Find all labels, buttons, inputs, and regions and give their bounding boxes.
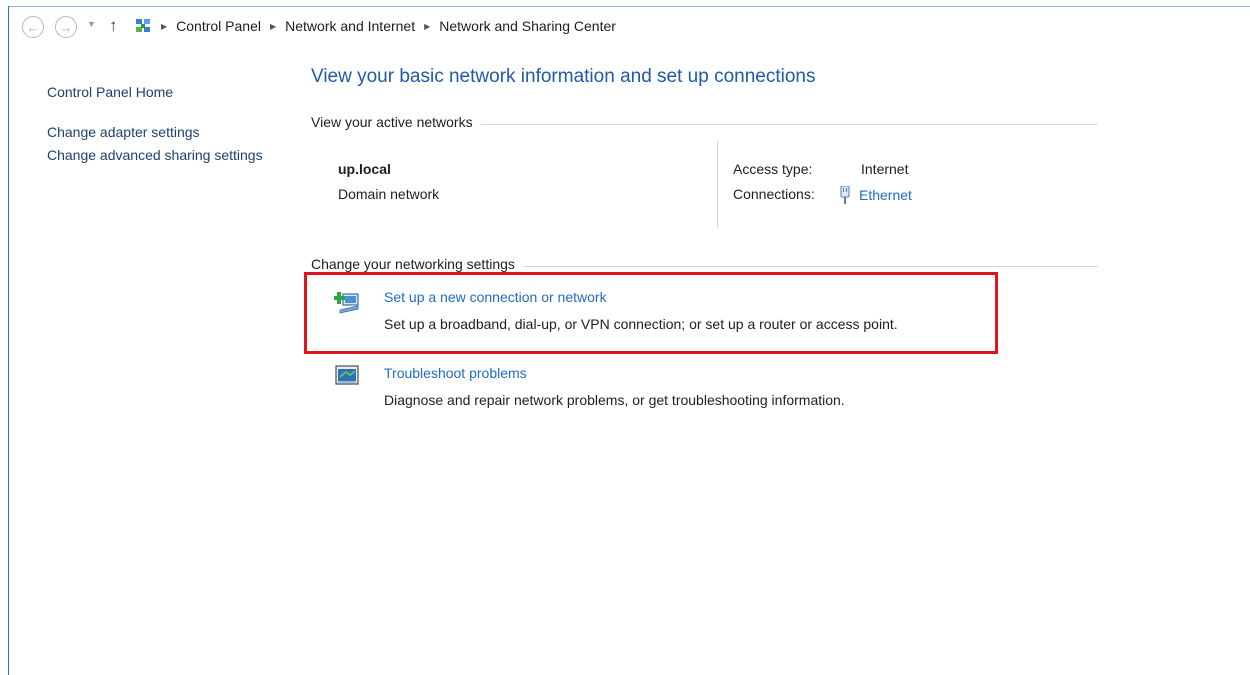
access-type-value: Internet (861, 161, 909, 177)
breadcrumb: ▶ Control Panel ▶ Network and Internet ▶… (161, 18, 616, 34)
network-type: Domain network (338, 186, 440, 202)
breadcrumb-separator-icon[interactable]: ▶ (161, 22, 167, 31)
breadcrumb-network-and-sharing-center[interactable]: Network and Sharing Center (439, 18, 616, 34)
address-bar: ← → ▼ ↑ ▶ Control Panel ▶ Network and In… (9, 7, 1250, 47)
recent-locations-dropdown[interactable]: ▼ (87, 19, 96, 29)
breadcrumb-separator-icon[interactable]: ▶ (270, 22, 276, 31)
breadcrumb-control-panel[interactable]: Control Panel (176, 18, 261, 34)
access-type-label: Access type: (733, 161, 813, 177)
breadcrumb-separator-icon[interactable]: ▶ (424, 22, 430, 31)
up-button[interactable]: ↑ (109, 16, 118, 36)
change-advanced-sharing-settings-link[interactable]: Change advanced sharing settings (47, 145, 267, 165)
left-task-pane: Control Panel Home Change adapter settin… (47, 82, 267, 165)
chevron-down-icon: ▼ (87, 19, 96, 29)
connections-label: Connections: (733, 186, 815, 202)
back-button[interactable]: ← (22, 16, 44, 38)
troubleshoot-problems-description: Diagnose and repair network problems, or… (384, 392, 845, 408)
arrow-up-icon: ↑ (109, 16, 118, 35)
control-panel-home-link[interactable]: Control Panel Home (47, 82, 267, 102)
network-info-divider (717, 141, 718, 228)
active-networks-heading: View your active networks (311, 114, 481, 130)
ethernet-link[interactable]: Ethernet (859, 187, 912, 203)
troubleshoot-problems-link[interactable]: Troubleshoot problems (384, 365, 527, 381)
change-adapter-settings-link[interactable]: Change adapter settings (47, 122, 267, 142)
highlight-box (304, 272, 998, 354)
window-left-border (8, 6, 9, 675)
network-name: up.local (338, 161, 391, 177)
setup-new-connection-link[interactable]: Set up a new connection or network (384, 289, 607, 305)
breadcrumb-network-and-internet[interactable]: Network and Internet (285, 18, 415, 34)
ethernet-connection[interactable]: Ethernet (839, 186, 912, 204)
setup-new-connection-description: Set up a broadband, dial-up, or VPN conn… (384, 316, 898, 332)
change-networking-settings-heading: Change your networking settings (311, 256, 523, 272)
arrow-left-icon: ← (26, 19, 40, 35)
arrow-right-icon: → (59, 19, 73, 35)
ethernet-plug-icon (840, 186, 850, 204)
new-connection-icon (334, 292, 359, 314)
forward-button[interactable]: → (55, 16, 77, 38)
page-title: View your basic network information and … (311, 66, 816, 87)
control-panel-icon[interactable] (135, 18, 151, 34)
troubleshoot-icon (335, 365, 359, 385)
